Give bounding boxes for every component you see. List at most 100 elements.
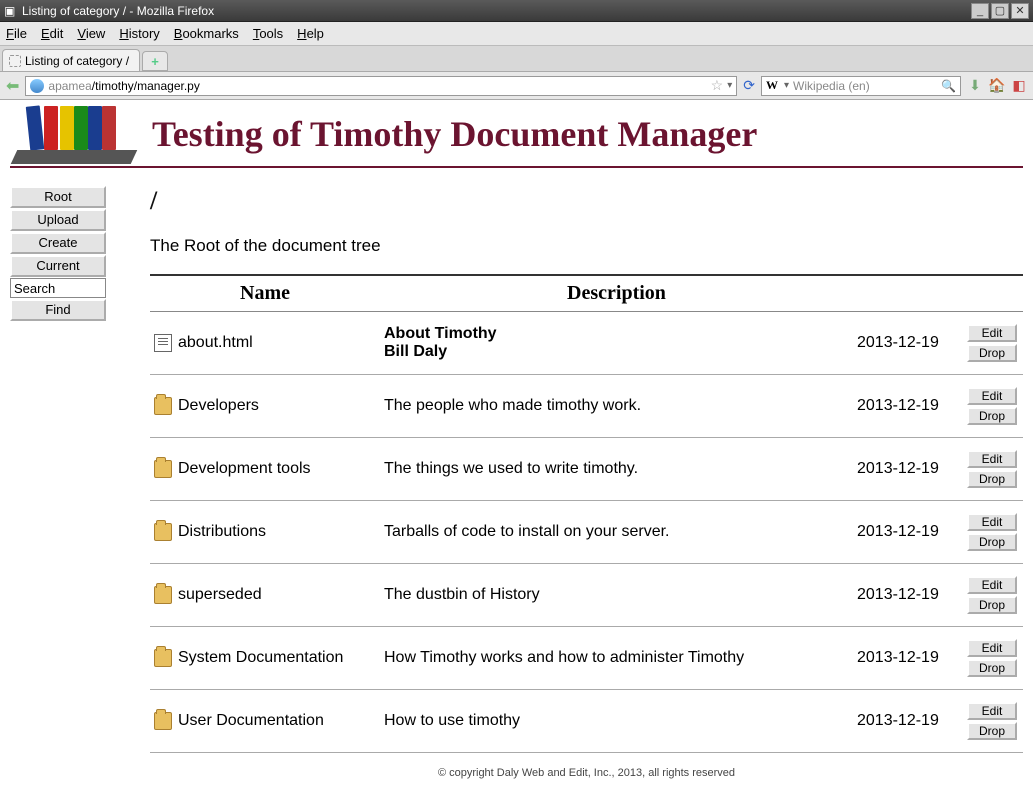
col-actions [963,275,1023,312]
page-body: Testing of Timothy Document Manager Root… [0,100,1033,789]
item-date: 2013-12-19 [853,501,963,564]
item-date: 2013-12-19 [853,312,963,375]
edit-button[interactable]: Edit [967,513,1017,531]
folder-icon [154,586,172,604]
col-date [853,275,963,312]
menu-file[interactable]: File [6,26,27,41]
site-identity-icon [30,79,44,93]
url-dropdown-icon[interactable]: ▾ [727,80,732,91]
url-bar[interactable]: apamea/timothy/manager.py ☆ ▾ [25,76,737,96]
edit-button[interactable]: Edit [967,702,1017,720]
file-icon [154,334,172,352]
folder-icon [154,397,172,415]
menu-help[interactable]: Help [297,26,324,41]
edit-button[interactable]: Edit [967,450,1017,468]
find-button[interactable]: Find [10,299,106,321]
addon-icon[interactable]: ◧ [1011,78,1027,94]
item-description: The things we used to write timothy. [384,460,849,478]
table-row: Developers The people who made timothy wo… [150,375,1023,438]
create-button[interactable]: Create [10,232,106,254]
drop-button[interactable]: Drop [967,659,1017,677]
table-row: System Documentation How Timothy works an… [150,627,1023,690]
tab-current[interactable]: Listing of category / [2,49,140,71]
item-author: Bill Daly [384,343,849,361]
menu-edit[interactable]: Edit [41,26,63,41]
back-button[interactable]: ⬅ [6,76,19,96]
search-engine-icon: W [766,78,778,93]
drop-button[interactable]: Drop [967,533,1017,551]
maximize-button[interactable]: ▢ [991,3,1009,19]
item-name[interactable]: about.html [178,334,253,352]
item-date: 2013-12-19 [853,564,963,627]
nav-toolbar: ⬅ apamea/timothy/manager.py ☆ ▾ ⟳ W ▾ Wi… [0,72,1033,100]
root-button[interactable]: Root [10,186,106,208]
item-name[interactable]: Developers [178,397,259,415]
table-row: Development tools The things we used to w… [150,438,1023,501]
drop-button[interactable]: Drop [967,470,1017,488]
drop-button[interactable]: Drop [967,344,1017,362]
app-icon: ▣ [4,4,18,18]
close-button[interactable]: ✕ [1011,3,1029,19]
table-row: about.htmlAbout TimothyBill Daly2013-12-… [150,312,1023,375]
search-placeholder: Wikipedia (en) [793,79,870,93]
folder-icon [154,523,172,541]
new-tab-button[interactable]: + [142,51,168,71]
drop-button[interactable]: Drop [967,407,1017,425]
item-description: The dustbin of History [384,586,849,604]
search-input[interactable] [10,278,106,298]
folder-icon [154,460,172,478]
search-box[interactable]: W ▾ Wikipedia (en) 🔍 [761,76,961,96]
item-date: 2013-12-19 [853,375,963,438]
menu-bookmarks[interactable]: Bookmarks [174,26,239,41]
minimize-button[interactable]: _ [971,3,989,19]
item-description: How Timothy works and how to administer … [384,649,849,667]
page-favicon [9,55,21,67]
listing-table: Name Description about.htmlAbout Timothy… [150,274,1023,753]
edit-button[interactable]: Edit [967,576,1017,594]
item-date: 2013-12-19 [853,690,963,753]
tab-label: Listing of category / [25,54,129,68]
table-row: superseded The dustbin of History2013-12-… [150,564,1023,627]
page-header: Testing of Timothy Document Manager [10,104,1023,168]
logo-bookshelf [14,104,134,164]
search-engine-dropdown-icon[interactable]: ▾ [784,80,789,91]
table-row: DistributionsTarballs of code to install… [150,501,1023,564]
item-date: 2013-12-19 [853,438,963,501]
breadcrumb: / [150,186,1023,216]
item-name[interactable]: Distributions [178,523,266,541]
folder-icon [154,649,172,667]
current-button[interactable]: Current [10,255,106,277]
home-icon[interactable]: 🏠 [989,78,1005,94]
col-name: Name [150,275,380,312]
item-name[interactable]: superseded [178,586,262,604]
search-icon[interactable]: 🔍 [941,79,956,93]
item-description: How to use timothy [384,712,849,730]
edit-button[interactable]: Edit [967,639,1017,657]
upload-button[interactable]: Upload [10,209,106,231]
window-title: Listing of category / - Mozilla Firefox [22,4,214,18]
item-name[interactable]: User Documentation [178,712,324,730]
item-name[interactable]: System Documentation [178,649,343,667]
drop-button[interactable]: Drop [967,722,1017,740]
col-description: Description [380,275,853,312]
bookmark-star-icon[interactable]: ☆ [711,77,724,94]
item-name[interactable]: Development tools [178,460,311,478]
edit-button[interactable]: Edit [967,324,1017,342]
item-description: The people who made timothy work. [384,397,849,415]
footer-copyright: © copyright Daly Web and Edit, Inc., 201… [150,767,1023,779]
menu-tools[interactable]: Tools [253,26,283,41]
url-path: /timothy/manager.py [92,79,200,93]
menu-view[interactable]: View [77,26,105,41]
downloads-icon[interactable]: ⬇ [967,78,983,94]
table-row: User Documentation How to use timothy2013… [150,690,1023,753]
edit-button[interactable]: Edit [967,387,1017,405]
folder-icon [154,712,172,730]
sidebar: Root Upload Create Current Find [10,186,110,779]
drop-button[interactable]: Drop [967,596,1017,614]
menu-history[interactable]: History [119,26,159,41]
category-caption: The Root of the document tree [150,236,1023,256]
url-host: apamea [48,79,91,93]
page-title: Testing of Timothy Document Manager [152,113,757,155]
main-content: / The Root of the document tree Name Des… [150,186,1023,779]
reload-button[interactable]: ⟳ [743,77,755,94]
